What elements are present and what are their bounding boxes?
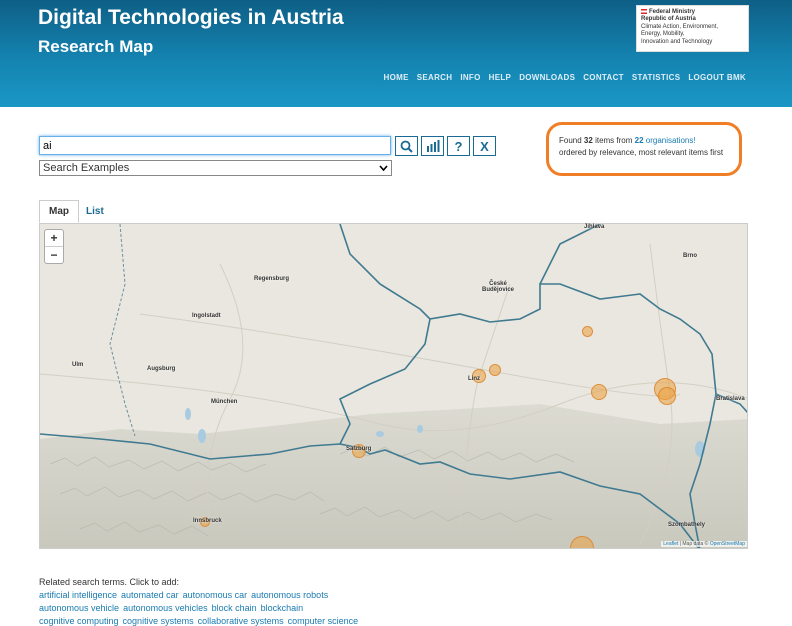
ministry-line-5: Innovation and Technology [641,38,713,45]
related-term[interactable]: autonomous vehicles [123,603,208,613]
chevron-down-icon [379,165,388,171]
related-term[interactable]: cognitive computing [39,616,119,626]
nav-search[interactable]: SEARCH [417,73,453,82]
ministry-logo[interactable]: Federal Ministry Republic of Austria Cli… [636,5,749,52]
city-label: České Budějovice [477,281,519,293]
main-nav: HOME SEARCH INFO HELP DOWNLOADS CONTACT … [384,73,746,82]
nav-statistics[interactable]: STATISTICS [632,73,680,82]
ministry-line-2: Republic of Austria [641,16,696,23]
map-marker[interactable] [591,384,607,400]
related-term[interactable]: artificial intelligence [39,590,117,600]
related-terms-row: autonomous vehicle autonomous vehicles blo… [39,603,307,613]
city-label: Linz [468,376,480,382]
ministry-line-3: Climate Action, Environment, [641,23,719,30]
site-subtitle: Research Map [38,37,154,56]
organisations-link[interactable]: 22 organisations! [635,136,696,145]
nav-info[interactable]: INFO [460,73,480,82]
related-term[interactable]: collaborative systems [198,616,284,626]
related-term[interactable]: automated car [121,590,179,600]
city-label: Augsburg [147,366,176,372]
related-terms-title: Related search terms. Click to add: [39,577,180,587]
help-icon: ? [454,138,463,154]
related-terms-row: cognitive computing cognitive systems coll… [39,616,362,626]
zoom-out-button[interactable]: − [45,247,63,263]
map-marker[interactable] [489,364,501,376]
city-label-text: České Budějovice [481,281,514,293]
city-label: Szombathely [668,522,706,528]
header: Digital Technologies in Austria Research… [0,0,792,107]
ordered-text: ordered by relevance, most relevant item… [559,148,724,157]
clear-icon: X [480,138,489,154]
bar-chart-icon [426,140,439,152]
related-term[interactable]: autonomous vehicle [39,603,119,613]
related-term[interactable]: block chain [212,603,257,613]
results-summary: Found 32 items from 22 organisations! or… [546,122,742,176]
related-terms-row: artificial intelligence automated car auto… [39,590,332,600]
items-from-text: items from [595,136,633,145]
nav-help[interactable]: HELP [489,73,512,82]
related-term[interactable]: autonomous robots [251,590,328,600]
related-term[interactable]: blockchain [261,603,304,613]
city-label: Ulm [72,362,84,368]
map-background [40,224,747,548]
found-prefix: Found [559,136,582,145]
map-marker[interactable] [658,387,676,405]
org-count: 22 [634,136,644,145]
city-label: München [211,399,238,405]
attribution-text: | Map data © [679,541,709,547]
austria-flag-icon [641,9,647,14]
related-term[interactable]: cognitive systems [123,616,194,626]
nav-logout[interactable]: LOGOUT BMK [688,73,746,82]
clear-button[interactable]: X [473,136,496,156]
search-button[interactable] [395,136,418,156]
search-examples-label: Search Examples [43,162,130,174]
result-count: 32 [583,136,593,145]
leaflet-link[interactable]: Leaflet [663,541,678,547]
related-term[interactable]: computer science [288,616,359,626]
tab-list[interactable]: List [77,200,113,223]
ministry-line-1: Federal Ministry [649,9,696,16]
nav-downloads[interactable]: DOWNLOADS [519,73,575,82]
city-label: Bratislava [716,396,745,402]
map-attribution: Leaflet | Map data © OpenStreetMap [661,541,747,547]
nav-contact[interactable]: CONTACT [583,73,624,82]
city-label: Salzburg [346,446,372,452]
city-label: Regensburg [254,276,290,282]
search-input[interactable] [39,136,391,155]
zoom-in-button[interactable]: + [45,230,63,247]
site-title: Digital Technologies in Austria [38,6,344,29]
osm-link[interactable]: OpenStreetMap [710,541,745,547]
city-label: Ingolstadt [192,313,221,319]
city-label: Jihlava [584,224,605,230]
zoom-control: + − [44,229,64,264]
statistics-button[interactable] [421,136,444,156]
nav-home[interactable]: HOME [384,73,409,82]
related-term[interactable]: autonomous car [183,590,248,600]
tab-map[interactable]: Map [39,200,79,223]
org-label: organisations! [645,136,696,145]
help-button[interactable]: ? [447,136,470,156]
search-examples-select[interactable]: Search Examples [39,160,392,176]
city-label: Innsbruck [193,518,222,524]
map-marker[interactable] [582,326,593,337]
research-map[interactable] [39,223,748,549]
city-label: Brno [683,253,697,259]
search-icon [400,140,413,153]
ministry-line-4: Energy, Mobility, [641,31,685,38]
